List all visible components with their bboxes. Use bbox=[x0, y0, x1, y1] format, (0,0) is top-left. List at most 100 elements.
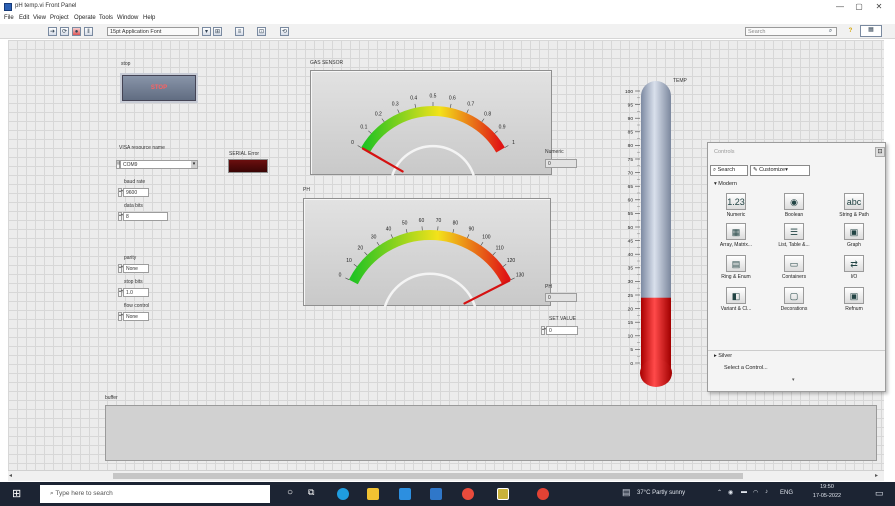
numeric-icon: 1.23 bbox=[726, 193, 746, 210]
temp-tick-label: 10 bbox=[628, 334, 634, 340]
menu-help[interactable]: Help bbox=[143, 15, 155, 21]
set-value-field[interactable]: 0 bbox=[546, 326, 578, 335]
menu-view[interactable]: View bbox=[33, 15, 46, 21]
gas-tick bbox=[414, 103, 417, 108]
wifi-icon[interactable]: ◠ bbox=[753, 489, 758, 496]
temp-tick-label: 90 bbox=[628, 116, 634, 122]
connector-pane-icon[interactable]: ▦ bbox=[860, 25, 882, 37]
visa-resource-field[interactable]: COM9 bbox=[120, 160, 198, 169]
palette-item-string-path[interactable]: abc String & Path bbox=[831, 193, 877, 218]
tray-chevron-icon[interactable]: ⌃ bbox=[717, 489, 722, 496]
horizontal-scrollbar[interactable]: ◂ ▸ bbox=[8, 470, 884, 481]
data-bits-spinner-icon[interactable]: ▴▾ bbox=[118, 212, 123, 221]
scroll-right-icon[interactable]: ▸ bbox=[875, 472, 878, 479]
volume-icon[interactable]: ♪ bbox=[765, 489, 768, 495]
labview-taskbar-icon[interactable] bbox=[497, 488, 509, 500]
store-icon[interactable] bbox=[399, 488, 411, 500]
cortana-icon[interactable]: ○ bbox=[287, 487, 293, 498]
menu-edit[interactable]: Edit bbox=[19, 15, 29, 21]
palette-scroll-down-icon[interactable]: ▾ bbox=[792, 377, 795, 383]
ph-tick bbox=[390, 234, 393, 239]
font-dropdown-arrow-icon[interactable]: ▾ bbox=[202, 27, 211, 36]
weather-text[interactable]: 37°C Partly sunny bbox=[637, 490, 685, 496]
distribute-objects-icon[interactable]: ≡ bbox=[235, 27, 244, 36]
clock-date[interactable]: 17-05-2022 bbox=[807, 493, 847, 499]
ph-tick-label: 70 bbox=[436, 218, 442, 224]
notification-icon[interactable]: ▭ bbox=[875, 488, 884, 499]
palette-item-boolean[interactable]: ◉ Boolean bbox=[771, 193, 817, 218]
stop-bits-field[interactable]: 1.0 bbox=[123, 288, 149, 297]
gas-sensor-gauge: 0 0.1 0.2 0.3 0.4 0.5 0.6 0.7 0.8 0.9 1 bbox=[310, 70, 552, 177]
gas-needle[interactable] bbox=[361, 147, 404, 173]
visa-dropdown-arrow-icon[interactable]: ▾ bbox=[191, 161, 197, 168]
ph-tick bbox=[492, 252, 496, 256]
menu-file[interactable]: File bbox=[4, 15, 14, 21]
palette-section-silver[interactable]: ▸ Silver bbox=[708, 350, 885, 360]
menu-project[interactable]: Project bbox=[50, 15, 69, 21]
scroll-left-icon[interactable]: ◂ bbox=[9, 472, 12, 479]
refnum-icon: ▣ bbox=[844, 287, 864, 304]
edge-browser-icon[interactable] bbox=[337, 488, 349, 500]
ph-needle[interactable] bbox=[463, 279, 511, 305]
list-icon: ☰ bbox=[784, 223, 804, 240]
language-indicator[interactable]: ENG bbox=[780, 490, 793, 496]
parity-label: parity bbox=[124, 255, 137, 261]
align-objects-icon[interactable]: ⊞ bbox=[213, 27, 222, 36]
palette-item-decorations[interactable]: ▢ Decorations bbox=[771, 287, 817, 312]
palette-search-button[interactable]: ⌕ Search bbox=[710, 165, 748, 176]
windows-start-icon[interactable]: ⊞ bbox=[12, 488, 24, 500]
parity-spinner-icon[interactable]: ▴▾ bbox=[118, 264, 123, 273]
flow-control-field[interactable]: None bbox=[123, 312, 149, 321]
baud-rate-field[interactable]: 9600 bbox=[123, 188, 149, 197]
resize-objects-icon[interactable]: ⊡ bbox=[257, 27, 266, 36]
ph-tick bbox=[364, 252, 368, 256]
set-value-spinner-icon[interactable]: ▴▾ bbox=[541, 326, 546, 335]
font-dropdown[interactable]: 15pt Application Font bbox=[107, 27, 199, 36]
search-icon[interactable]: ⌕ bbox=[826, 27, 835, 36]
abort-icon[interactable]: ● bbox=[72, 27, 81, 36]
close-button[interactable]: ✕ bbox=[872, 2, 886, 12]
palette-item-array-matrix[interactable]: ▦ Array, Matrix... bbox=[713, 223, 759, 248]
task-view-icon[interactable]: ⧉ bbox=[308, 487, 314, 498]
data-bits-field[interactable]: 8 bbox=[123, 212, 168, 221]
select-control-item[interactable]: Select a Control... bbox=[724, 365, 768, 371]
menu-operate[interactable]: Operate bbox=[74, 15, 96, 21]
clock-time[interactable]: 19:50 bbox=[807, 484, 847, 490]
taskbar-search-box[interactable]: ⌕ Type here to search bbox=[40, 485, 270, 503]
ph-tick bbox=[480, 242, 484, 246]
stop-bits-spinner-icon[interactable]: ▴▾ bbox=[118, 288, 123, 297]
parity-field[interactable]: None bbox=[123, 264, 149, 273]
palette-item-refnum[interactable]: ▣ Refnum bbox=[831, 287, 877, 312]
palette-item-containers[interactable]: ▭ Containers bbox=[771, 255, 817, 280]
palette-customize-button[interactable]: ✎ Customize▾ bbox=[750, 165, 810, 176]
palette-item-i-o[interactable]: ⇄ I/O bbox=[831, 255, 877, 280]
scroll-thumb[interactable] bbox=[113, 473, 743, 479]
maximize-button[interactable]: ▢ bbox=[852, 2, 866, 12]
baud-rate-spinner-icon[interactable]: ▴▾ bbox=[118, 188, 123, 197]
palette-item-numeric[interactable]: 1.23 Numeric bbox=[713, 193, 759, 218]
palette-item-graph[interactable]: ▣ Graph bbox=[831, 223, 877, 248]
file-explorer-icon[interactable] bbox=[367, 488, 379, 500]
temp-tick-label: 15 bbox=[628, 320, 634, 326]
search-input[interactable]: Search bbox=[745, 27, 837, 36]
help-icon[interactable]: ? bbox=[846, 27, 855, 36]
menu-tools[interactable]: Tools bbox=[99, 15, 113, 21]
network-icon[interactable]: ◉ bbox=[728, 489, 733, 496]
second-chrome-icon[interactable] bbox=[537, 488, 549, 500]
palette-item-variant-cl[interactable]: ◧ Variant & Cl... bbox=[713, 287, 759, 312]
palette-item-list-table[interactable]: ☰ List, Table &... bbox=[771, 223, 817, 248]
menu-window[interactable]: Window bbox=[117, 15, 138, 21]
mail-icon[interactable] bbox=[430, 488, 442, 500]
palette-item-ring-enum[interactable]: ▤ Ring & Enum bbox=[713, 255, 759, 280]
run-arrow-icon[interactable]: ➜ bbox=[48, 27, 57, 36]
palette-pin-icon[interactable]: ⊡ bbox=[875, 147, 885, 157]
flow-control-spinner-icon[interactable]: ▴▾ bbox=[118, 312, 123, 321]
stop-button[interactable]: STOP bbox=[120, 73, 198, 103]
battery-icon[interactable]: ▬ bbox=[741, 489, 747, 495]
run-continuous-icon[interactable]: ⟳ bbox=[60, 27, 69, 36]
minimize-button[interactable]: — bbox=[833, 2, 847, 12]
reorder-icon[interactable]: ⟲ bbox=[280, 27, 289, 36]
pause-icon[interactable]: ‖ bbox=[84, 27, 93, 36]
palette-section-modern[interactable]: ▾ Modern bbox=[708, 179, 885, 189]
chrome-icon[interactable] bbox=[462, 488, 474, 500]
